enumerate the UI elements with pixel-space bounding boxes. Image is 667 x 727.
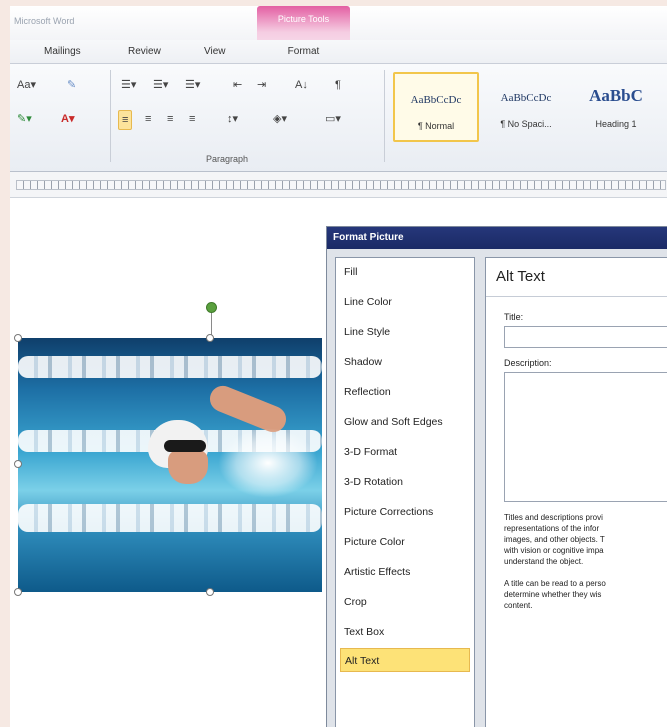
category-reflection[interactable]: Reflection — [340, 380, 470, 404]
tab-format[interactable]: Format — [257, 46, 350, 57]
water-splash — [218, 428, 318, 498]
category-picture-color[interactable]: Picture Color — [340, 530, 470, 554]
borders-icon[interactable]: ▭▾ — [322, 110, 344, 130]
swimmer-face — [168, 450, 208, 484]
resize-handle-top-left[interactable] — [14, 334, 22, 342]
resize-handle-left[interactable] — [14, 460, 22, 468]
tab-view[interactable]: View — [204, 46, 226, 57]
style-heading-1[interactable]: AaBbC Heading 1 — [573, 72, 659, 142]
word-window: Microsoft Word Picture Tools Mailings Re… — [10, 6, 667, 727]
title-input[interactable] — [504, 326, 667, 348]
justify-icon[interactable]: ≡ — [186, 110, 198, 130]
swimmer-goggles — [164, 440, 206, 452]
category-list: Fill Line Color Line Style Shadow Reflec… — [335, 257, 475, 727]
change-case-button[interactable]: Aa▾ — [14, 76, 39, 96]
group-separator — [110, 70, 111, 162]
category-artistic-effects[interactable]: Artistic Effects — [340, 560, 470, 584]
style-sample: AaBbCcDc — [410, 94, 462, 106]
style-sample: AaBbC — [589, 86, 643, 105]
style-no-spacing[interactable]: AaBbCcDc ¶ No Spaci... — [483, 72, 569, 142]
pane-heading: Alt Text — [496, 268, 545, 285]
category-crop[interactable]: Crop — [340, 590, 470, 614]
ruler-scale — [16, 180, 666, 190]
decrease-indent-icon[interactable]: ⇤ — [230, 76, 245, 96]
picture-tools-label: Picture Tools — [277, 14, 330, 24]
horizontal-ruler[interactable] — [10, 172, 667, 198]
style-normal[interactable]: AaBbCcDc ¶ Normal — [393, 72, 479, 142]
alt-text-help-text-title: A title can be read to a perso determine… — [504, 579, 606, 610]
category-line-color[interactable]: Line Color — [340, 290, 470, 314]
category-3d-format[interactable]: 3-D Format — [340, 440, 470, 464]
category-shadow[interactable]: Shadow — [340, 350, 470, 374]
align-center-icon[interactable]: ≡ — [142, 110, 154, 130]
alt-text-pane: Alt Text Title: Description: Titles and … — [485, 257, 667, 727]
category-alt-text[interactable]: Alt Text — [340, 648, 470, 672]
multilevel-list-icon[interactable]: ☰▾ — [182, 76, 203, 96]
alt-text-help-text: Titles and descriptions provi representa… — [504, 513, 605, 566]
dialog-title-bar: Format Picture — [327, 227, 667, 249]
increase-indent-icon[interactable]: ⇥ — [254, 76, 269, 96]
dialog-title: Format Picture — [333, 232, 404, 243]
font-color-icon[interactable]: A▾ — [58, 110, 77, 130]
style-name: ¶ No Spaci... — [500, 119, 552, 129]
category-3d-rotation[interactable]: 3-D Rotation — [340, 470, 470, 494]
clear-formatting-icon[interactable]: ✎ — [64, 76, 79, 96]
lane-rope — [18, 504, 322, 532]
resize-handle-bottom[interactable] — [206, 588, 214, 596]
category-glow-soft-edges[interactable]: Glow and Soft Edges — [340, 410, 470, 434]
numbering-icon[interactable]: ☰▾ — [150, 76, 171, 96]
show-formatting-icon[interactable]: ¶ — [332, 76, 344, 96]
format-picture-dialog: Format Picture Fill Line Color Line Styl… — [326, 226, 667, 727]
description-label: Description: — [504, 358, 552, 368]
shading-icon[interactable]: ◈▾ — [270, 110, 290, 130]
category-picture-corrections[interactable]: Picture Corrections — [340, 500, 470, 524]
line-spacing-icon[interactable]: ↕▾ — [224, 110, 241, 130]
group-separator — [384, 70, 385, 162]
style-name: Heading 1 — [595, 119, 637, 129]
category-line-style[interactable]: Line Style — [340, 320, 470, 344]
align-left-icon[interactable]: ≡ — [118, 110, 133, 130]
bullets-icon[interactable]: ☰▾ — [118, 76, 139, 96]
tab-mailings[interactable]: Mailings — [44, 46, 81, 57]
swimmer-photo[interactable] — [18, 338, 322, 592]
align-right-icon[interactable]: ≡ — [164, 110, 176, 130]
category-text-box[interactable]: Text Box — [340, 620, 470, 644]
title-label: Title: — [504, 312, 524, 322]
style-sample: AaBbCcDc — [500, 92, 552, 104]
app-title: Microsoft Word — [14, 16, 75, 26]
ribbon: Aa▾ ✎ ✎▾ A▾ ☰▾ ☰▾ ☰▾ ⇤ ⇥ A↓ ¶ ≡ ≡ ≡ ≡ ↕▾… — [10, 64, 667, 172]
style-name: ¶ Normal — [417, 121, 455, 131]
styles-gallery: AaBbCcDc ¶ Normal AaBbCcDc ¶ No Spaci...… — [393, 72, 667, 146]
paragraph-group-label: Paragraph — [206, 154, 249, 164]
resize-handle-bottom-left[interactable] — [14, 588, 22, 596]
tab-review[interactable]: Review — [128, 46, 161, 57]
description-input[interactable] — [504, 372, 667, 502]
highlight-color-icon[interactable]: ✎▾ — [14, 110, 35, 130]
ribbon-tabs: Mailings Review View Format — [10, 40, 667, 64]
category-fill[interactable]: Fill — [340, 260, 470, 284]
lane-rope — [18, 356, 322, 378]
sort-icon[interactable]: A↓ — [292, 76, 311, 96]
resize-handle-top[interactable] — [206, 334, 214, 342]
pane-divider — [486, 296, 667, 297]
rotation-handle[interactable] — [206, 302, 217, 313]
